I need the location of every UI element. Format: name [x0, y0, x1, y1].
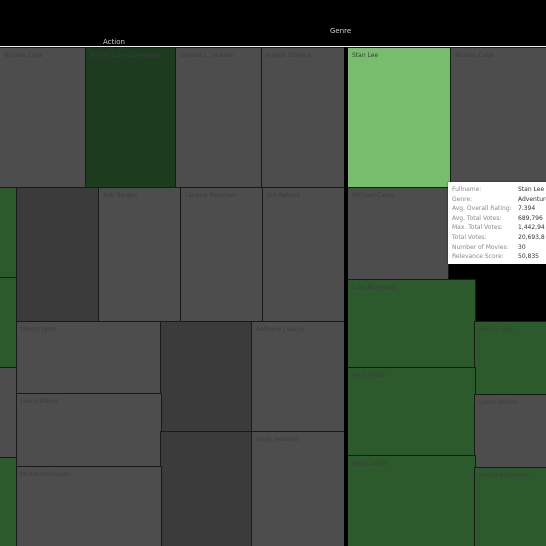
- treemap-cell[interactable]: Nicolas Cage: [450, 47, 546, 189]
- treemap-cell[interactable]: Laraine Newman: [180, 187, 264, 323]
- tooltip-row: Genre: Adventure: [452, 196, 546, 205]
- treemap-cell[interactable]: Mark Pellet: [347, 367, 476, 457]
- tooltip-row: Relevance Score: 50,835: [452, 253, 546, 262]
- cell-label: Leeco Atkins: [479, 399, 517, 406]
- cell-label: Sherry Lynn: [20, 326, 56, 333]
- header-separator: [0, 46, 546, 47]
- cell-label: Laraine Newman: [185, 192, 236, 199]
- treemap-cell[interactable]: Jan Rabson: [262, 187, 345, 323]
- tooltip-key: Genre:: [452, 195, 473, 203]
- treemap-cell[interactable]: Leeco Atkins: [474, 394, 546, 469]
- treemap-cell[interactable]: Joseph Oliveira: [261, 47, 345, 189]
- cell-label: Joseph Oliveira: [266, 52, 311, 59]
- treemap-cell[interactable]: Nicolas Cage: [0, 47, 87, 189]
- treemap-cell[interactable]: Arnold Schwarzenegger: [85, 47, 177, 189]
- treemap-cell[interactable]: Sherry Lynn: [474, 321, 546, 396]
- cell-label: Dezso Ramos: [165, 326, 206, 333]
- treemap-cell[interactable]: Leeco Atkins: [15, 393, 162, 468]
- cell-label: Luke Burnmatt: [352, 284, 397, 291]
- cell-label: Mona Marshall: [165, 436, 209, 443]
- tooltip-value: 20,693,8: [518, 234, 545, 241]
- genre-header: Genre: [330, 27, 352, 35]
- cell-label: Mark Pellet: [352, 372, 386, 379]
- tooltip-value: 1,442,94: [518, 224, 545, 232]
- treemap-cell[interactable]: Stan Lee: [347, 47, 452, 189]
- tooltip-key: Number of Movies:: [452, 243, 509, 251]
- tooltip-key: Fullname:: [452, 186, 482, 193]
- cell-label: Arnold Schwarzenegger: [90, 52, 162, 59]
- cell-label: Stan Lee: [352, 52, 379, 59]
- treemap-cell[interactable]: Bob Bergen: [98, 187, 182, 323]
- treemap-cell[interactable]: Luke Burnmatt: [347, 279, 476, 369]
- cell-label: Michael Caine: [352, 192, 394, 199]
- tooltip-row: Avg. Total Votes: 689,796: [452, 215, 546, 224]
- treemap-cell[interactable]: Hugh Jackman: [251, 431, 345, 546]
- cell-label: Mickie McGowan: [20, 471, 71, 478]
- cell-label: Nicolas Cage: [455, 52, 494, 59]
- tooltip-row: Total Votes: 20,693,8: [452, 234, 546, 243]
- tooltip-key: Total Votes:: [452, 234, 487, 241]
- tooltip: Fullname: Stan Lee Genre: Adventure Avg. Ove…: [448, 182, 546, 264]
- treemap-cell[interactable]: Sherry Lynn: [15, 321, 162, 395]
- cell-label: Jan Rabson: [267, 192, 301, 199]
- tooltip-row: Avg. Overall Rating: 7.394: [452, 205, 546, 214]
- tooltip-value: 689,796: [518, 214, 543, 222]
- cell-label: Nicolas Cage: [4, 52, 43, 59]
- tooltip-value: Adventure: [518, 195, 546, 203]
- tooltip-key: Max. Total Votes:: [452, 224, 503, 232]
- tooltip-key: Avg. Total Votes:: [452, 214, 502, 222]
- treemap-cell[interactable]: Michael Caine: [347, 187, 449, 281]
- tooltip-value: 50,835: [518, 253, 539, 261]
- treemap-cell[interactable]: Andy Serkis: [347, 455, 476, 546]
- cell-label: Leeco Atkins: [20, 398, 58, 405]
- treemap-cell[interactable]: Anthony J Sacco: [251, 321, 345, 433]
- cell-label: Jass Parnell: [20, 192, 54, 199]
- treemap-cell[interactable]: Samuel L. Jackson: [175, 47, 263, 189]
- tooltip-key: Avg. Overall Rating:: [452, 205, 512, 213]
- tooltip-value: 7.394: [518, 205, 536, 213]
- cell-label: Sherry Lynn: [479, 326, 515, 333]
- tooltip-row: Fullname: Stan Lee: [452, 186, 546, 195]
- treemap-cell[interactable]: Mickie McGowan: [15, 466, 162, 546]
- cell-label: Bob Bergen: [103, 192, 138, 199]
- cell-label: Mickie McGowan: [479, 472, 530, 479]
- treemap-cell[interactable]: Jass Parnell: [15, 187, 100, 323]
- treemap-cell[interactable]: Dezso Ramos: [160, 321, 253, 433]
- genre-divider: [344, 47, 348, 546]
- cell-label: Samuel L. Jackson: [180, 52, 235, 59]
- cell-label: Hugh Jackman: [256, 436, 300, 443]
- treemap-cell[interactable]: [0, 187, 17, 279]
- tooltip-value: 30: [518, 243, 526, 251]
- treemap-cell[interactable]: [0, 277, 17, 369]
- tooltip-key: Relevance Score:: [452, 253, 504, 261]
- treemap-cell[interactable]: Mickie McGowan: [474, 467, 546, 546]
- tooltip-row: Number of Movies: 30: [452, 244, 546, 253]
- cell-label: Andy Serkis: [352, 460, 388, 467]
- treemap-cell[interactable]: [0, 367, 17, 459]
- treemap-cell[interactable]: Mona Marshall: [160, 431, 253, 546]
- treemap-cell[interactable]: [0, 457, 17, 546]
- tooltip-value: Stan Lee: [518, 186, 545, 193]
- tooltip-row: Max. Total Votes: 1,442,94: [452, 224, 546, 233]
- cell-label: Anthony J Sacco: [256, 326, 305, 333]
